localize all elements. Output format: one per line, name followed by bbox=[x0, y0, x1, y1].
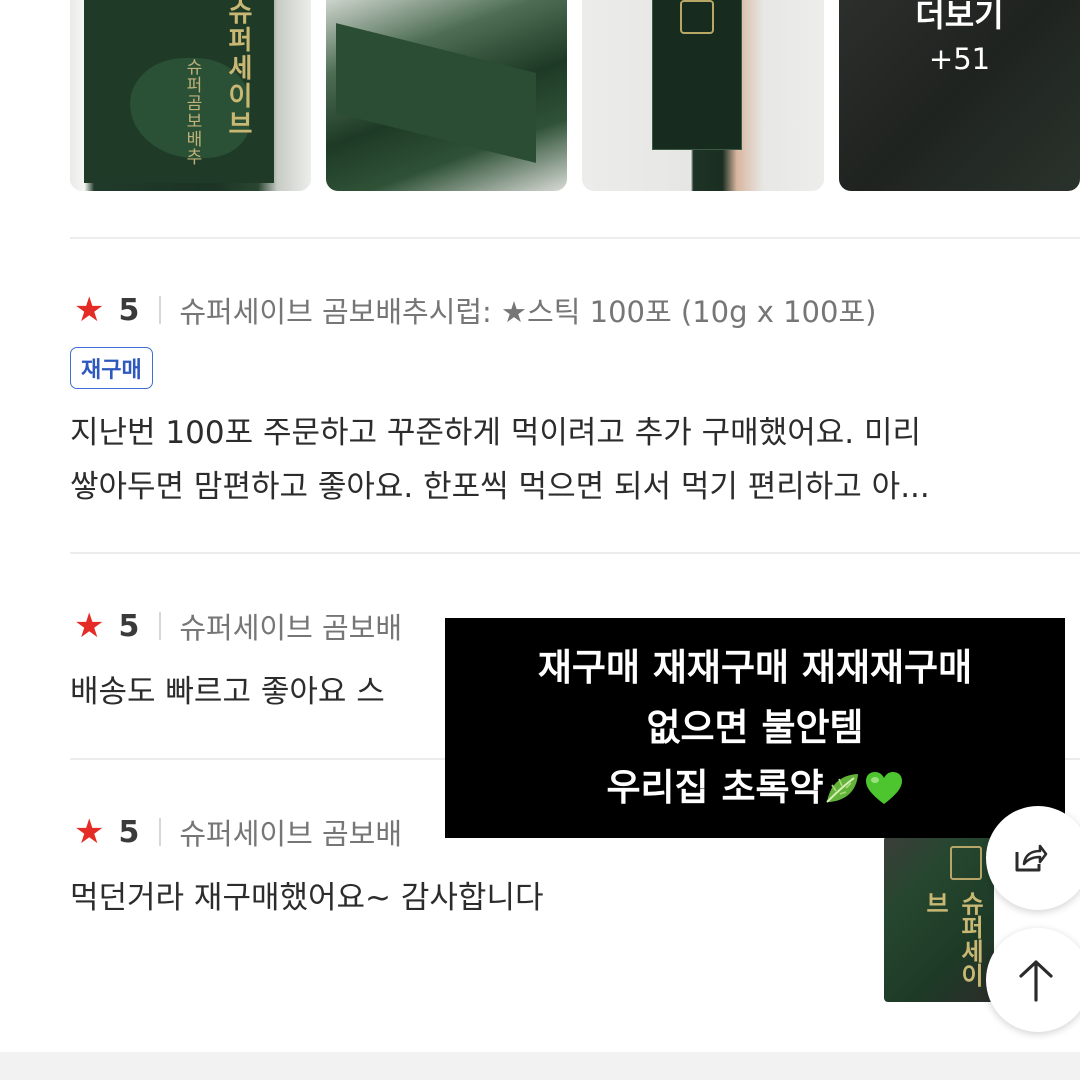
leafy-green-icon bbox=[825, 774, 858, 803]
share-button[interactable] bbox=[986, 806, 1080, 910]
rating-value: 5 bbox=[118, 292, 140, 328]
review-photo[interactable] bbox=[326, 0, 567, 191]
bottom-margin bbox=[0, 1052, 1080, 1080]
review-text-line[interactable]: 쌓아두면 맘편하고 좋아요. 한포씩 먹으면 되서 먹기 편리하고 아... bbox=[70, 461, 930, 506]
product-option: 슈퍼세이브 곰보배추시럽: ★스틱 100포 (10g x 100포) bbox=[179, 295, 877, 329]
star-icon: ★ bbox=[74, 812, 105, 852]
review-header: ★ 5 슈퍼세이브 곰보배 bbox=[74, 812, 402, 852]
review-photo[interactable] bbox=[582, 0, 824, 191]
review-header: ★ 5 슈퍼세이브 곰보배추시럽: ★스틱 100포 (10g x 100포) bbox=[74, 290, 876, 330]
review-header: ★ 5 슈퍼세이브 곰보배 bbox=[74, 606, 402, 646]
product-option: 슈퍼세이브 곰보배 bbox=[179, 611, 403, 645]
separator bbox=[159, 296, 162, 324]
arrow-up-icon bbox=[1019, 960, 1053, 1002]
review-photo[interactable]: 슈퍼세이브 슈퍼곰보배추 bbox=[70, 0, 311, 191]
green-heart-icon bbox=[865, 772, 902, 804]
review-text-line[interactable]: 지난번 100포 주문하고 꾸준하게 먹이려고 추가 구매했어요. 미리 bbox=[70, 407, 921, 452]
review-text-line[interactable]: 먹던거라 재구매했어요~ 감사합니다 bbox=[70, 872, 543, 917]
rating-value: 5 bbox=[118, 814, 140, 850]
separator bbox=[159, 612, 162, 640]
review-text-line[interactable]: 배송도 빠르고 좋아요 스 bbox=[70, 666, 385, 711]
caption-line: 없으면 불안템 bbox=[646, 706, 864, 749]
caption-overlay: 재구매 재재구매 재재재구매 없으면 불안템 우리집 초록약 bbox=[445, 618, 1065, 838]
caption-line-with-emoji: 우리집 초록약 bbox=[445, 758, 1065, 818]
review-list: 슈퍼세이브 슈퍼곰보배추 더보기 +51 ★ 5 슈퍼세이브 곰보배추시럽: ★… bbox=[0, 0, 1080, 1052]
caption-line: 재구매 재재구매 재재재구매 bbox=[537, 646, 973, 689]
caption-line: 우리집 초록약 bbox=[606, 766, 824, 809]
share-icon bbox=[1015, 844, 1048, 872]
rating-value: 5 bbox=[118, 608, 140, 644]
divider bbox=[70, 552, 1080, 554]
separator bbox=[159, 818, 162, 846]
scroll-top-button[interactable] bbox=[986, 928, 1080, 1032]
star-icon: ★ bbox=[74, 606, 105, 646]
more-photos-count: +51 bbox=[928, 42, 991, 76]
divider bbox=[70, 237, 1080, 239]
repurchase-badge: 재구매 bbox=[70, 347, 153, 389]
more-photos-label: 더보기 bbox=[915, 0, 1004, 34]
product-thumbnail[interactable]: 슈퍼세이브 bbox=[884, 836, 994, 1002]
product-option: 슈퍼세이브 곰보배 bbox=[179, 817, 403, 851]
star-icon: ★ bbox=[74, 290, 105, 330]
